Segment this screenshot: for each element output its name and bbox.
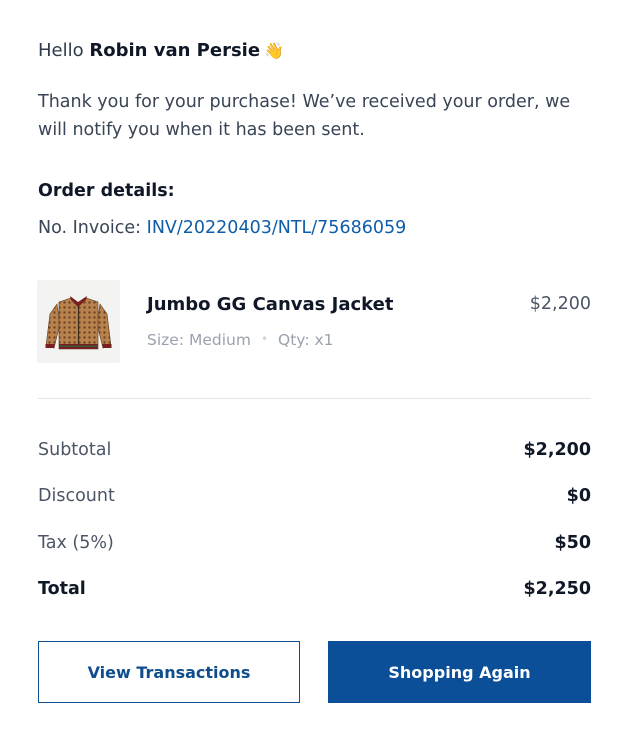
order-details-title: Order details: [38, 181, 175, 201]
tax-value: $50 [554, 533, 591, 553]
greeting: Hello Robin van Persie 👋 [38, 40, 284, 61]
subtotal-label: Subtotal [38, 440, 112, 460]
invoice-label: No. Invoice: [38, 218, 142, 238]
waving-hand-icon: 👋 [264, 41, 284, 60]
tax-label: Tax (5%) [38, 533, 114, 553]
total-value: $2,250 [523, 579, 591, 599]
greeting-prefix: Hello [38, 40, 84, 61]
total-label: Total [38, 579, 86, 599]
invoice-link[interactable]: INV/20220403/NTL/75686059 [147, 218, 407, 238]
thank-you-message: Thank you for your purchase! We’ve recei… [38, 92, 571, 140]
product-qty: Qty: x1 [278, 331, 334, 349]
jacket-image-icon [45, 296, 112, 350]
separator-dot-icon: • [260, 332, 269, 346]
invoice-line: No. Invoice: INV/20220403/NTL/75686059 [38, 218, 406, 238]
customer-name: Robin van Persie [89, 40, 261, 61]
discount-value: $0 [566, 486, 591, 506]
divider [38, 398, 591, 399]
subtotal-value: $2,200 [523, 440, 591, 460]
product-name: Jumbo GG Canvas Jacket [147, 294, 394, 315]
product-meta: Size: Medium • Qty: x1 [147, 331, 334, 349]
view-transactions-button[interactable]: View Transactions [38, 641, 300, 703]
shopping-again-button[interactable]: Shopping Again [328, 641, 591, 703]
product-image [37, 280, 120, 363]
order-confirmation: Hello Robin van Persie 👋 Thank you for yo… [0, 0, 628, 752]
product-size: Size: Medium [147, 331, 251, 349]
discount-label: Discount [38, 486, 115, 506]
product-price: $2,200 [529, 294, 591, 314]
